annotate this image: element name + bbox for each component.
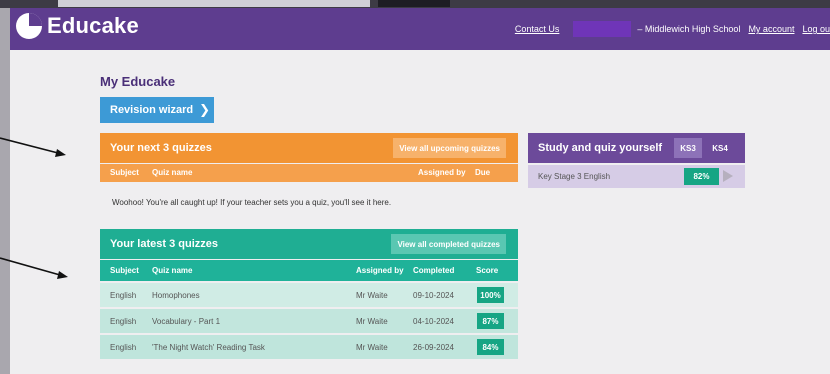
chevron-right-icon: ❯ (199, 102, 211, 117)
column-quiz-name: Quiz name (152, 168, 193, 177)
next-quizzes-header: Your next 3 quizzes View all upcoming qu… (100, 133, 518, 163)
educake-logo-icon (16, 13, 42, 39)
study-quiz-yourself-header: Study and quiz yourself KS3 KS4 (528, 133, 745, 163)
study-title: Study and quiz yourself (538, 142, 663, 154)
quiz-row[interactable]: English 'The Night Watch' Reading Task M… (100, 335, 518, 359)
caught-up-message: Woohoo! You're all caught up! If your te… (112, 198, 392, 207)
site-header: Educake Contact Us – Middlewich High Sch… (10, 8, 830, 50)
redacted-username (573, 21, 632, 37)
column-subject: Subject (110, 168, 139, 177)
quiz-score-badge: 100% (477, 287, 504, 303)
background-tab (58, 0, 370, 7)
quiz-name: 'The Night Watch' Reading Task (152, 343, 265, 352)
quiz-score-badge: 84% (477, 339, 504, 355)
view-upcoming-quizzes-button[interactable]: View all upcoming quizzes (393, 138, 506, 158)
main-content: My Educake Revision wizard ❯ Your next 3… (10, 50, 830, 374)
quiz-subject: English (110, 291, 137, 300)
column-subject: Subject (110, 266, 139, 275)
quiz-score-badge: 87% (477, 313, 504, 329)
next-quizzes-title: Your next 3 quizzes (110, 142, 212, 154)
quiz-assigned-by: Mr Waite (356, 291, 388, 300)
quiz-completed-date: 09-10-2024 (413, 291, 454, 300)
quiz-assigned-by: Mr Waite (356, 317, 388, 326)
ks4-tab[interactable]: KS4 (706, 138, 734, 158)
logo-text: Educake (47, 13, 139, 38)
contact-us-link[interactable]: Contact Us (515, 24, 560, 34)
quiz-completed-date: 26-09-2024 (413, 343, 454, 352)
column-assigned-by: Assigned by (418, 168, 466, 177)
latest-quizzes-header: Your latest 3 quizzes View all completed… (100, 229, 518, 259)
quiz-name: Vocabulary - Part 1 (152, 317, 221, 326)
latest-quizzes-title: Your latest 3 quizzes (110, 238, 218, 250)
educake-logo[interactable]: Educake (16, 13, 139, 39)
school-name: – Middlewich High School (637, 24, 741, 34)
background-dark-tab (378, 0, 450, 7)
header-nav: Contact Us – Middlewich High School My a… (515, 20, 830, 38)
background-photo-strip (0, 0, 830, 8)
column-completed: Completed (413, 266, 455, 275)
view-completed-quizzes-button[interactable]: View all completed quizzes (391, 234, 506, 254)
revision-wizard-label: Revision wizard (110, 104, 194, 116)
quiz-row[interactable]: English Vocabulary - Part 1 Mr Waite 04-… (100, 309, 518, 333)
quiz-subject: English (110, 317, 137, 326)
quiz-assigned-by: Mr Waite (356, 343, 388, 352)
course-score-badge: 82% (684, 168, 719, 185)
column-score: Score (476, 266, 499, 275)
column-due: Due (475, 168, 491, 177)
my-account-link[interactable]: My account (748, 24, 794, 34)
next-quizzes-column-headers: Subject Quiz name Assigned by Due (100, 164, 518, 182)
quiz-name: Homophones (152, 291, 200, 300)
play-icon[interactable] (723, 170, 733, 182)
quiz-completed-date: 04-10-2024 (413, 317, 454, 326)
course-row[interactable]: Key Stage 3 English 82% (528, 165, 745, 188)
column-quiz-name: Quiz name (152, 266, 193, 275)
quiz-row[interactable]: English Homophones Mr Waite 09-10-2024 1… (100, 283, 518, 307)
revision-wizard-button[interactable]: Revision wizard ❯ (100, 97, 214, 123)
quiz-subject: English (110, 343, 137, 352)
column-assigned-by: Assigned by (356, 266, 404, 275)
page-title: My Educake (100, 74, 176, 89)
logout-link[interactable]: Log ou (802, 24, 830, 34)
latest-quizzes-column-headers: Subject Quiz name Assigned by Completed … (100, 260, 518, 281)
browser-window: Educake Contact Us – Middlewich High Sch… (10, 8, 830, 374)
course-label: Key Stage 3 English (538, 172, 611, 181)
ks3-tab[interactable]: KS3 (674, 138, 702, 158)
